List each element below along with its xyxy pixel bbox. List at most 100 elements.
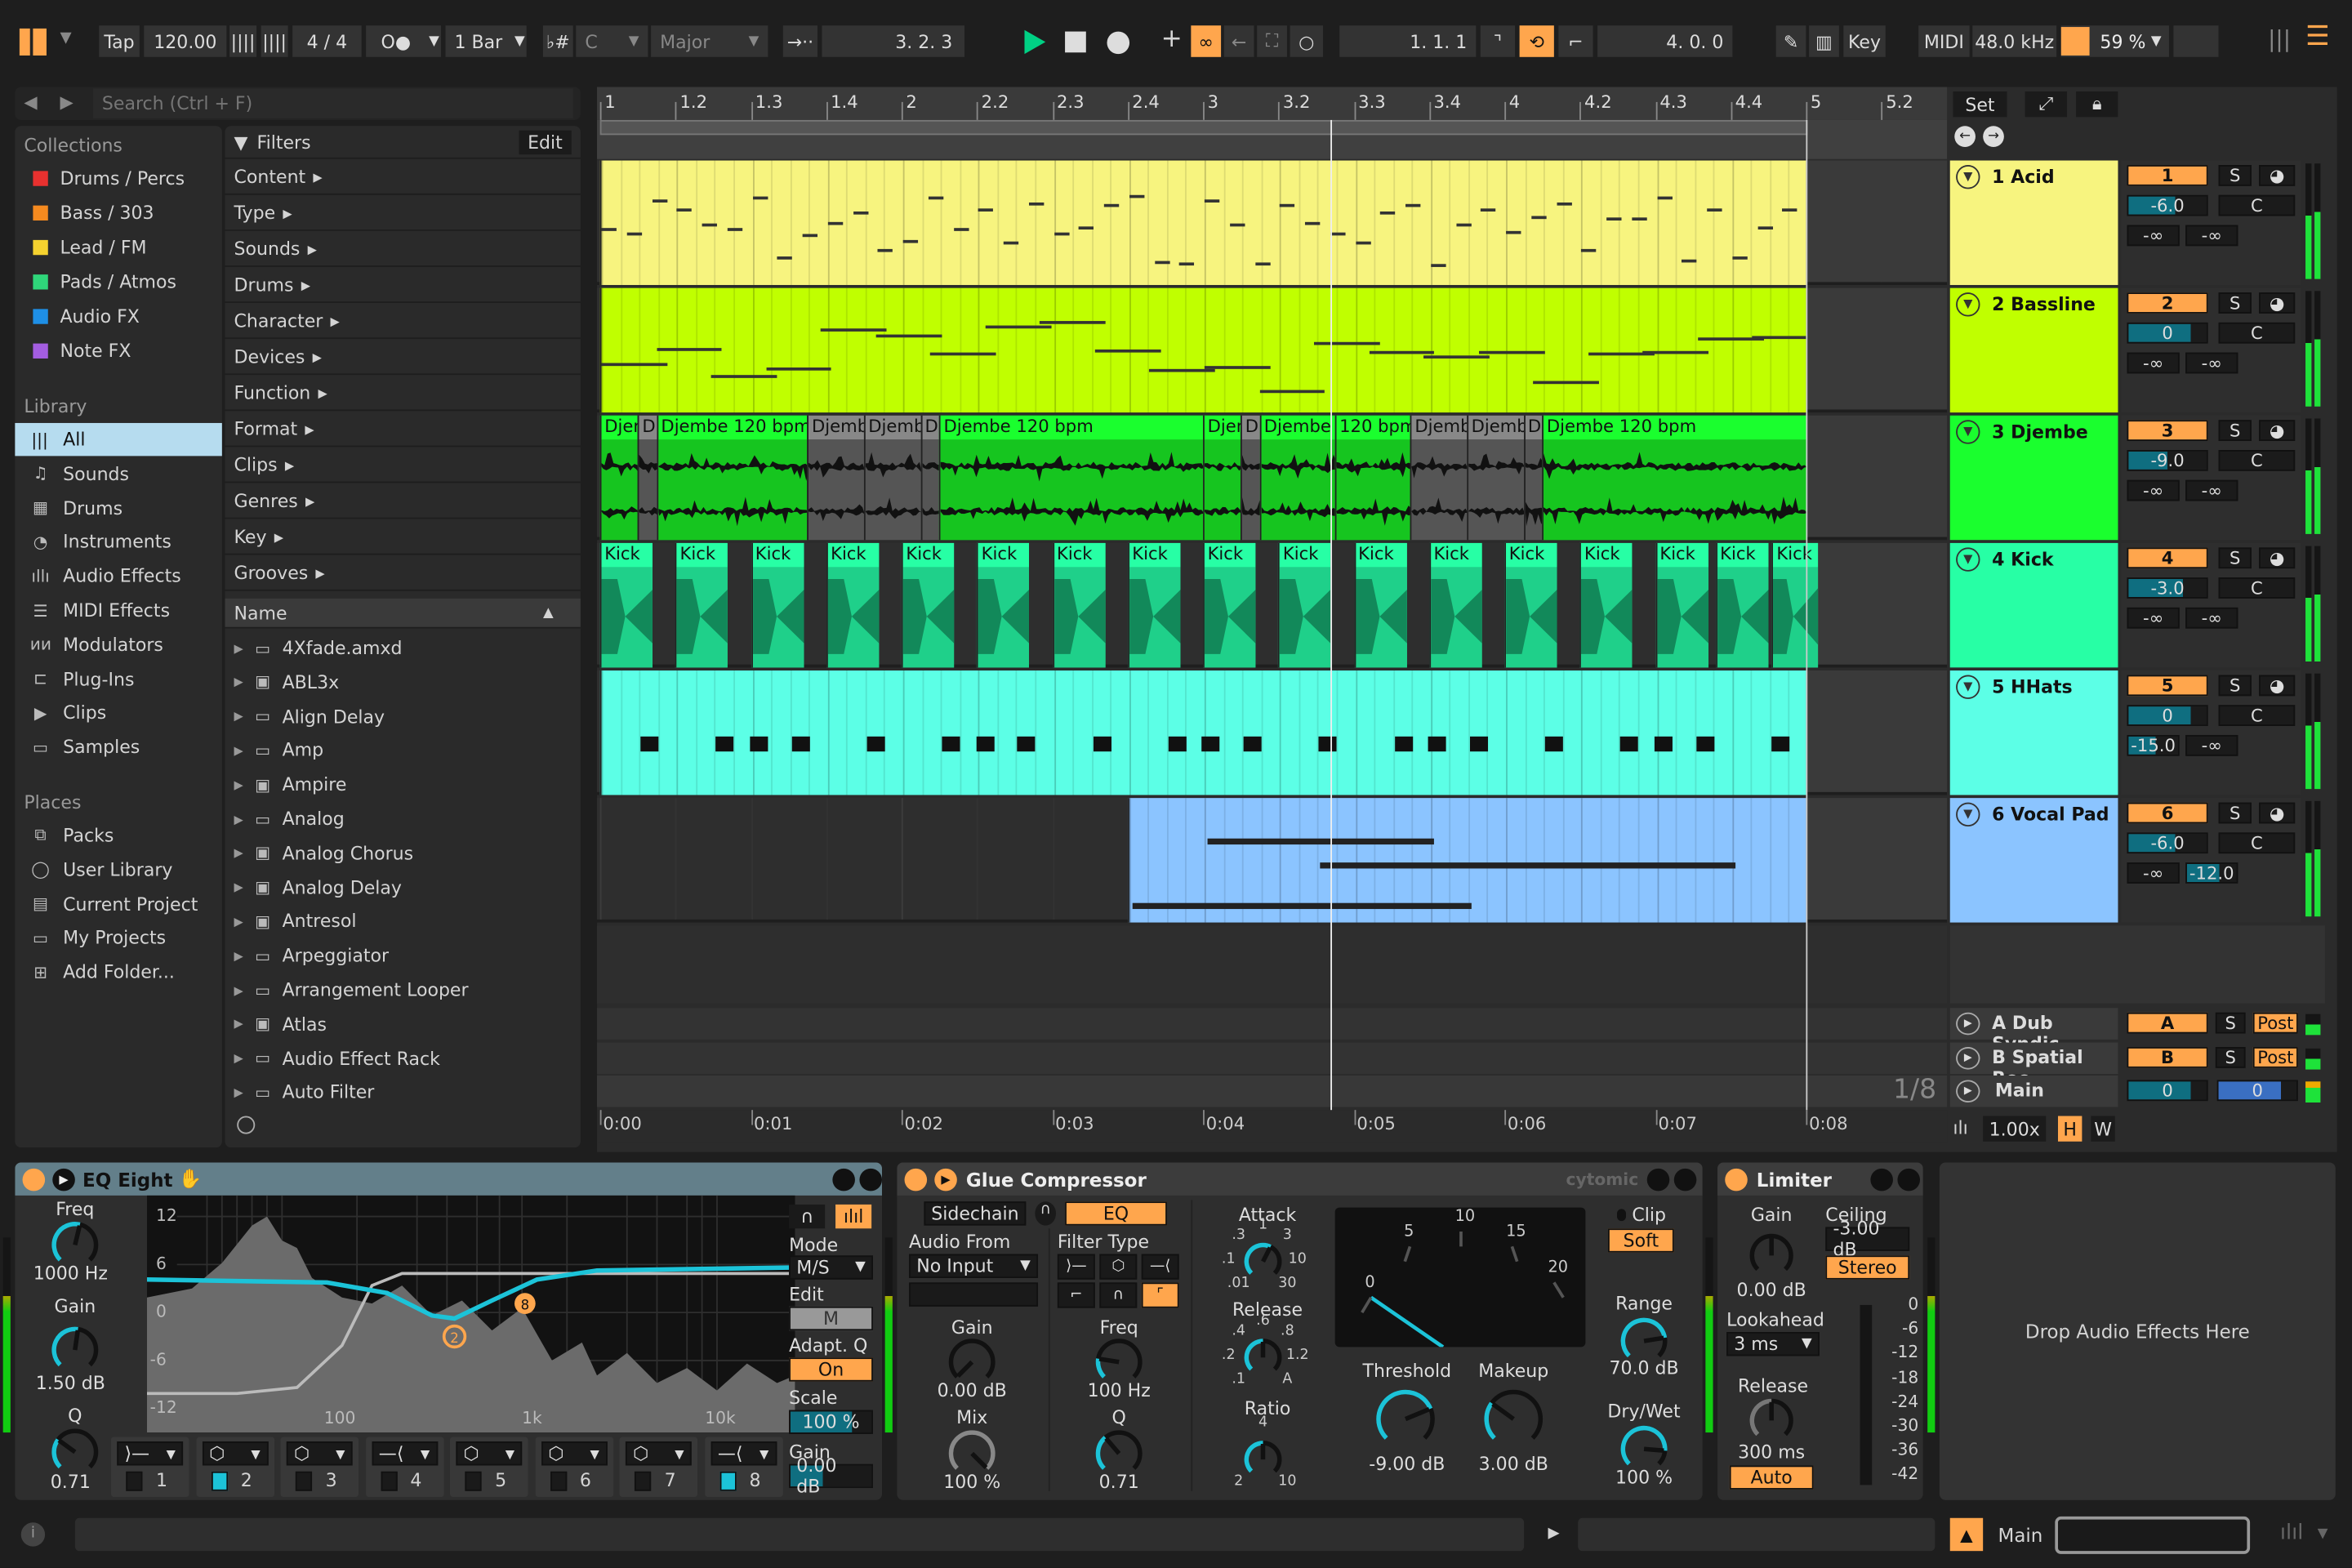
play-icon[interactable]: ▶: [1548, 1526, 1560, 1542]
fold-chevron-icon[interactable]: ▼: [1956, 675, 1980, 699]
attack-knob[interactable]: .01 .1 .3 1 3 10 30: [1222, 1217, 1307, 1292]
pan-field[interactable]: C: [2218, 322, 2296, 344]
pre-post-toggle[interactable]: Post: [2252, 1046, 2298, 1067]
main-lane[interactable]: [597, 1075, 1948, 1107]
filter-category[interactable]: Key ▶: [225, 520, 581, 555]
band-toggle[interactable]: [550, 1471, 567, 1491]
set-button[interactable]: Set: [1953, 91, 2007, 118]
browser-item[interactable]: ▶ ▭ Auto Filter: [225, 1076, 581, 1109]
meter-icon[interactable]: ılı: [1953, 1117, 1967, 1138]
height-button[interactable]: H: [2057, 1116, 2082, 1142]
track-lane[interactable]: Kick Kick Kick Kick Kick Kick Kick Kick Kick Kick…: [597, 542, 1948, 668]
add-icon[interactable]: +: [1161, 24, 1183, 54]
q-knob[interactable]: [50, 1427, 100, 1477]
search-input[interactable]: [92, 88, 573, 119]
eq-toggle[interactable]: EQ: [1065, 1201, 1167, 1226]
cue-volume-field[interactable]: 0: [2216, 1080, 2298, 1102]
metronome-button[interactable]: O● ▼: [366, 25, 441, 57]
sidechain-toggle[interactable]: Sidechain: [924, 1201, 1027, 1226]
headphones-icon[interactable]: ∩: [1035, 1201, 1057, 1226]
play-icon[interactable]: ▶: [1956, 1012, 1980, 1036]
menu-icon[interactable]: ☰: [2305, 21, 2330, 53]
solo-button[interactable]: S: [2218, 802, 2252, 824]
track-lane[interactable]: [597, 670, 1948, 795]
collection-item[interactable]: Audio FX: [15, 300, 221, 332]
send-b-field[interactable]: -∞: [2185, 607, 2238, 629]
band-toggle[interactable]: [465, 1471, 482, 1491]
volume-field[interactable]: -3.0: [2127, 577, 2208, 599]
punch-out-button[interactable]: ⌐: [1558, 25, 1593, 57]
send-a-field[interactable]: -15.0: [2127, 734, 2180, 756]
device-overview-thumbnail[interactable]: [2055, 1516, 2251, 1554]
hot-swap-icon[interactable]: [832, 1167, 855, 1191]
filter-category[interactable]: Genres ▶: [225, 484, 581, 519]
collection-item[interactable]: Bass / 303: [15, 197, 221, 229]
back-to-arrangement-button[interactable]: ←: [1223, 25, 1254, 57]
track-header[interactable]: ▼ 6 Vocal Pad: [1949, 798, 2118, 923]
release-knob[interactable]: .1 .2 .4 .6 .8 1.2 A: [1222, 1312, 1309, 1388]
track-activator[interactable]: A: [2127, 1012, 2208, 1034]
clip[interactable]: Kick: [901, 542, 955, 668]
track-lane[interactable]: [597, 160, 1948, 285]
threshold-knob[interactable]: [1374, 1388, 1437, 1450]
clip[interactable]: Kick: [1428, 542, 1482, 668]
clip[interactable]: Djembe 120 bpm: [939, 415, 1204, 541]
punch-in-button[interactable]: ⌝: [1480, 25, 1516, 57]
return-track-header[interactable]: ▶A Dub Syndic: [1949, 1008, 2118, 1054]
arm-monitor-button[interactable]: ◕: [2259, 802, 2296, 824]
browser-item[interactable]: ▶ ▭ Analog: [225, 803, 581, 835]
clip[interactable]: Kick: [1127, 542, 1181, 668]
lookahead-select[interactable]: 3 ms ▼: [1726, 1332, 1820, 1356]
adaptive-q-toggle[interactable]: On: [789, 1357, 873, 1382]
clip[interactable]: Kick: [1278, 542, 1331, 668]
clip[interactable]: D: [1241, 415, 1260, 541]
filter-type-select[interactable]: —⟨ ▼: [710, 1441, 777, 1466]
clip[interactable]: Kick: [1771, 542, 1818, 668]
clip[interactable]: Kick: [751, 542, 804, 668]
tempo-field[interactable]: 120.00: [144, 25, 227, 57]
arm-monitor-button[interactable]: ◕: [2259, 165, 2296, 186]
library-item[interactable]: ▭ Samples: [15, 731, 221, 764]
hot-swap-icon[interactable]: [1870, 1167, 1893, 1191]
audio-from-channel-select[interactable]: [909, 1282, 1039, 1307]
clip[interactable]: Kick: [599, 542, 653, 668]
track-header[interactable]: ▼ 5 HHats: [1949, 670, 2118, 795]
clip[interactable]: [599, 287, 1806, 413]
place-item[interactable]: ◯ User Library: [15, 853, 221, 886]
pan-field[interactable]: C: [2218, 705, 2296, 726]
filter-category[interactable]: Sounds ▶: [225, 233, 581, 267]
library-item[interactable]: ▶ Clips: [15, 697, 221, 729]
loop-button[interactable]: ⟲: [1519, 25, 1554, 57]
chevron-down-icon[interactable]: ▼: [60, 30, 71, 47]
auto-release-toggle[interactable]: Auto: [1729, 1465, 1814, 1490]
clip[interactable]: Kick: [1052, 542, 1106, 668]
save-preset-icon[interactable]: [859, 1167, 882, 1191]
grid-size-label[interactable]: 1/8: [1893, 1074, 1936, 1106]
filter-category[interactable]: Type ▶: [225, 197, 581, 231]
filter-type-select[interactable]: ⬡ ▼: [625, 1441, 692, 1466]
clip[interactable]: Kick: [1715, 542, 1769, 668]
send-b-field[interactable]: -∞: [2185, 734, 2238, 756]
clip[interactable]: Djembe 120 bpm: [656, 415, 808, 541]
clip[interactable]: Kick: [1579, 542, 1633, 668]
send-b-field[interactable]: -12.0: [2185, 862, 2238, 884]
ratio-knob[interactable]: 2 4 10: [1234, 1414, 1296, 1490]
info-icon[interactable]: i: [20, 1522, 46, 1547]
filter-category[interactable]: Devices ▶: [225, 341, 581, 376]
expand-device-view-button[interactable]: ▲: [1949, 1517, 1984, 1552]
output-gain-field[interactable]: 0.00 dB: [789, 1455, 873, 1497]
browser-item[interactable]: ▶ ▣ Analog Delay: [225, 871, 581, 903]
fold-chevron-icon[interactable]: ▼: [1956, 165, 1980, 189]
save-preset-icon[interactable]: [1673, 1167, 1697, 1191]
edit-button[interactable]: Edit: [519, 129, 572, 154]
loop-region[interactable]: [599, 119, 1808, 136]
browser-item[interactable]: ▶ ▭ Arrangement Looper: [225, 973, 581, 1006]
browser-item[interactable]: ▶ ▭ Audio Effect Rack: [225, 1042, 581, 1075]
loop-start-field[interactable]: 1. 1. 1: [1339, 25, 1477, 57]
clip[interactable]: [599, 670, 1806, 795]
filter-category[interactable]: Character ▶: [225, 305, 581, 340]
track-header[interactable]: ▼ 1 Acid: [1949, 160, 2118, 285]
track-activator[interactable]: 4: [2127, 547, 2208, 569]
fold-chevron-icon[interactable]: ▼: [1956, 802, 1980, 827]
stop-button[interactable]: [1065, 31, 1086, 53]
